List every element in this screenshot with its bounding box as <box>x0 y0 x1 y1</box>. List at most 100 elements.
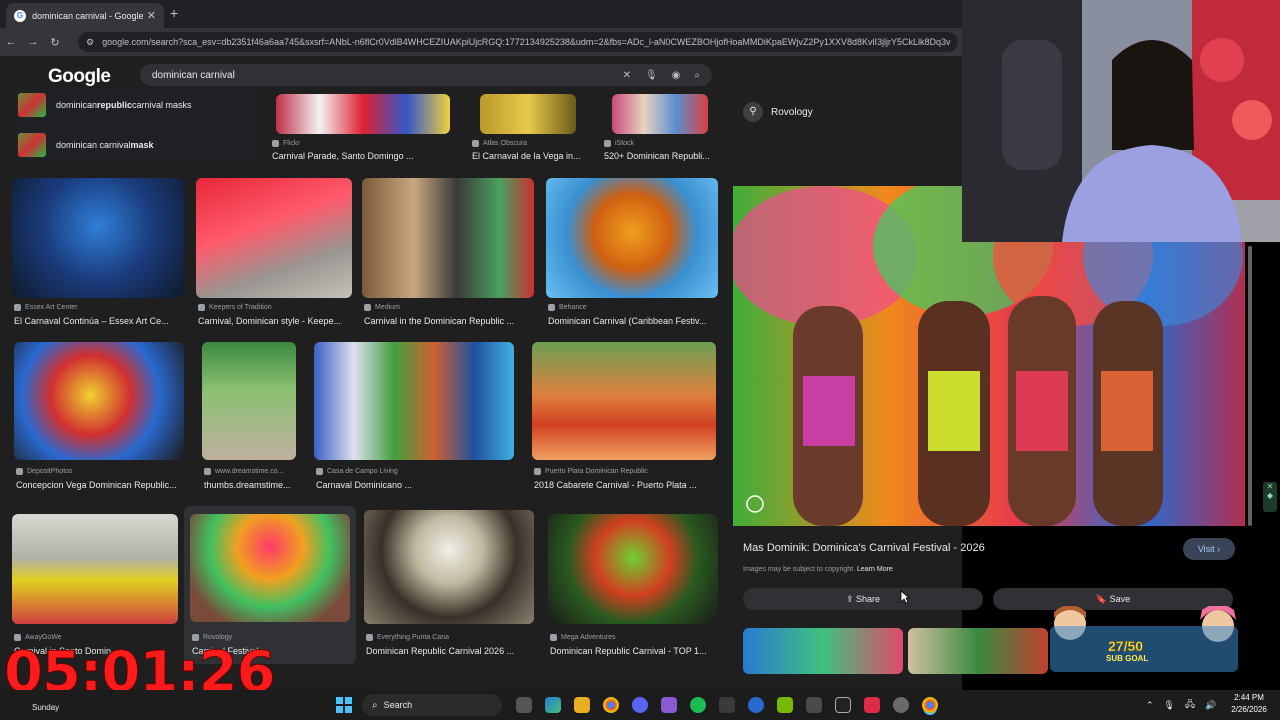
suggestion-item[interactable]: dominican carnival mask <box>18 132 154 158</box>
new-tab-button[interactable]: + <box>170 5 178 21</box>
suggestion-pre: dominican <box>56 100 98 110</box>
back-icon[interactable]: ← <box>0 36 22 48</box>
close-tab-icon[interactable]: ✕ <box>147 9 156 22</box>
result-tile[interactable]: Puerto Plata Dominican Republic 2018 Cab… <box>532 342 720 494</box>
obs-icon[interactable] <box>835 697 851 713</box>
result-caption[interactable]: Dominican Carnival (Caribbean Festiv... <box>548 316 720 326</box>
tab-google-search[interactable]: G dominican carnival - Google Se ✕ <box>6 3 164 28</box>
site-info-icon[interactable]: ⚙ <box>86 37 94 48</box>
result-image[interactable] <box>12 178 184 298</box>
panel-scrollbar[interactable] <box>1246 186 1254 676</box>
result-image[interactable] <box>314 342 514 460</box>
result-tile[interactable]: www.dreamstime.co... thumbs.dreamstime..… <box>202 342 300 494</box>
suggestion-dropdown: dominican republic carnival masks domini… <box>14 90 256 164</box>
result-caption[interactable]: El Carnaval de la Vega in... <box>472 151 592 161</box>
result-caption[interactable]: Dominican Republic Carnival - TOP 1... <box>550 646 720 656</box>
result-image[interactable] <box>276 94 450 134</box>
side-widget-icon[interactable]: ✕ ◆ <box>1263 482 1277 512</box>
result-tile[interactable]: Medium Carnival in the Dominican Republi… <box>362 178 536 328</box>
result-caption[interactable]: Concepcion Vega Dominican Republic... <box>16 480 186 490</box>
share-button[interactable]: ⇪ Share <box>743 588 983 610</box>
network-icon[interactable]: 🖧 <box>1185 697 1195 713</box>
result-caption[interactable]: Carnaval Dominicano ... <box>316 480 516 490</box>
result-tile[interactable]: Everything Punta Cana Dominican Republic… <box>364 510 536 664</box>
tray-overflow-icon[interactable]: ⌃ <box>1146 700 1154 711</box>
favicon-icon <box>550 634 557 641</box>
taskbar-search[interactable]: ⌕ Search <box>362 694 502 716</box>
chrome-active-icon[interactable] <box>922 697 938 713</box>
microphone-icon[interactable]: 🎙 <box>1164 700 1175 711</box>
result-image[interactable] <box>480 94 576 134</box>
weather-widget[interactable]: Sunday <box>4 693 59 712</box>
task-view-icon[interactable] <box>516 697 532 713</box>
result-image[interactable] <box>612 94 708 134</box>
result-caption[interactable]: 520+ Dominican Republi... <box>604 151 718 161</box>
favicon-icon <box>366 634 373 641</box>
result-caption[interactable]: Carnival, Dominican style - Keepe... <box>198 316 354 326</box>
result-caption[interactable]: El Carnaval Continúa – Essex Art Ce... <box>14 316 186 326</box>
tiktok-icon[interactable] <box>864 697 880 713</box>
file-explorer-icon[interactable] <box>574 697 590 713</box>
epic-games-icon[interactable] <box>719 697 735 713</box>
result-image[interactable] <box>12 514 178 624</box>
weather-day: Sunday <box>32 703 60 712</box>
suggestion-bold: republic <box>97 100 133 110</box>
result-tile[interactable]: DepositPhotos Concepcion Vega Dominican … <box>14 342 186 494</box>
chrome-icon[interactable] <box>603 697 619 713</box>
nvidia-icon[interactable] <box>777 697 793 713</box>
game-launcher-icon[interactable] <box>661 697 677 713</box>
result-tile[interactable]: Flickr Carnival Parade, Santo Domingo ..… <box>270 94 456 164</box>
taskbar-clock[interactable]: 2:44 PM 2/26/2026 <box>1224 692 1274 716</box>
copilot-icon[interactable] <box>545 697 561 713</box>
result-image[interactable] <box>546 178 718 298</box>
image-search-icon[interactable]: ◉ <box>672 70 681 81</box>
volume-icon[interactable]: 🔊 <box>1205 700 1216 711</box>
spotify-icon[interactable] <box>690 697 706 713</box>
suggestion-item[interactable]: dominican republic carnival masks <box>18 92 192 118</box>
app-icon[interactable] <box>748 697 764 713</box>
result-image[interactable] <box>196 178 352 298</box>
result-caption[interactable]: 2018 Cabarete Carnival - Puerto Plata ..… <box>534 480 718 490</box>
visit-button[interactable]: Visit › <box>1183 538 1235 560</box>
result-caption[interactable]: Carnival Parade, Santo Domingo ... <box>272 151 452 161</box>
result-tile[interactable]: Mega Adventures Dominican Republic Carni… <box>548 514 720 664</box>
app-icon[interactable] <box>806 697 822 713</box>
result-tile[interactable]: Atlas Obscura El Carnaval de la Vega in.… <box>470 94 598 164</box>
result-caption[interactable]: thumbs.dreamstime... <box>204 480 300 490</box>
windows-start-icon[interactable] <box>336 697 352 713</box>
favicon-icon <box>364 304 371 311</box>
google-logo[interactable]: Google <box>48 66 111 88</box>
result-tile[interactable]: Essex Art Center El Carnaval Continúa – … <box>12 178 186 328</box>
result-image[interactable] <box>190 514 350 622</box>
result-tile[interactable]: Casa de Campo Living Carnaval Dominicano… <box>314 342 518 494</box>
search-icon[interactable]: ⌕ <box>694 70 700 81</box>
reload-icon[interactable]: ↻ <box>44 36 66 49</box>
result-tile[interactable]: Behance Dominican Carnival (Caribbean Fe… <box>546 178 720 328</box>
result-image[interactable] <box>532 342 716 460</box>
related-image[interactable] <box>743 628 903 674</box>
discord-icon[interactable] <box>632 697 648 713</box>
result-caption[interactable]: Dominican Republic Carnival 2026 ... <box>366 646 536 656</box>
clock-time: 2:44 PM <box>1234 693 1264 702</box>
panel-source[interactable]: ⚲ Rovology <box>743 102 813 122</box>
address-bar[interactable]: ⚙ google.com/search?sca_esv=db2351f46a6a… <box>78 32 958 52</box>
result-image[interactable] <box>548 514 718 624</box>
learn-more-link[interactable]: Learn More <box>857 566 893 573</box>
clear-icon[interactable]: ✕ <box>623 70 631 81</box>
result-caption[interactable]: Carnival in the Dominican Republic ... <box>364 316 536 326</box>
related-image[interactable] <box>908 628 1048 674</box>
preview-title[interactable]: Mas Dominik: Dominica's Carnival Festiva… <box>743 542 985 554</box>
result-image[interactable] <box>362 178 534 298</box>
result-tile[interactable]: iStock 520+ Dominican Republi... <box>602 94 720 164</box>
result-source-name: Casa de Campo Living <box>327 468 398 475</box>
result-image[interactable] <box>202 342 296 460</box>
forward-icon[interactable]: → <box>22 36 44 48</box>
search-input[interactable]: dominican carnival ✕ 🎙 ◉ ⌕ <box>140 64 712 86</box>
result-tile[interactable]: Keepers of Tradition Carnival, Dominican… <box>196 178 354 328</box>
result-image[interactable] <box>14 342 184 460</box>
app-icon[interactable] <box>893 697 909 713</box>
result-image[interactable] <box>364 510 534 624</box>
voice-search-icon[interactable]: 🎙 <box>645 70 658 81</box>
result-source: DepositPhotos <box>16 468 73 475</box>
scrollbar-thumb[interactable] <box>1248 246 1252 526</box>
